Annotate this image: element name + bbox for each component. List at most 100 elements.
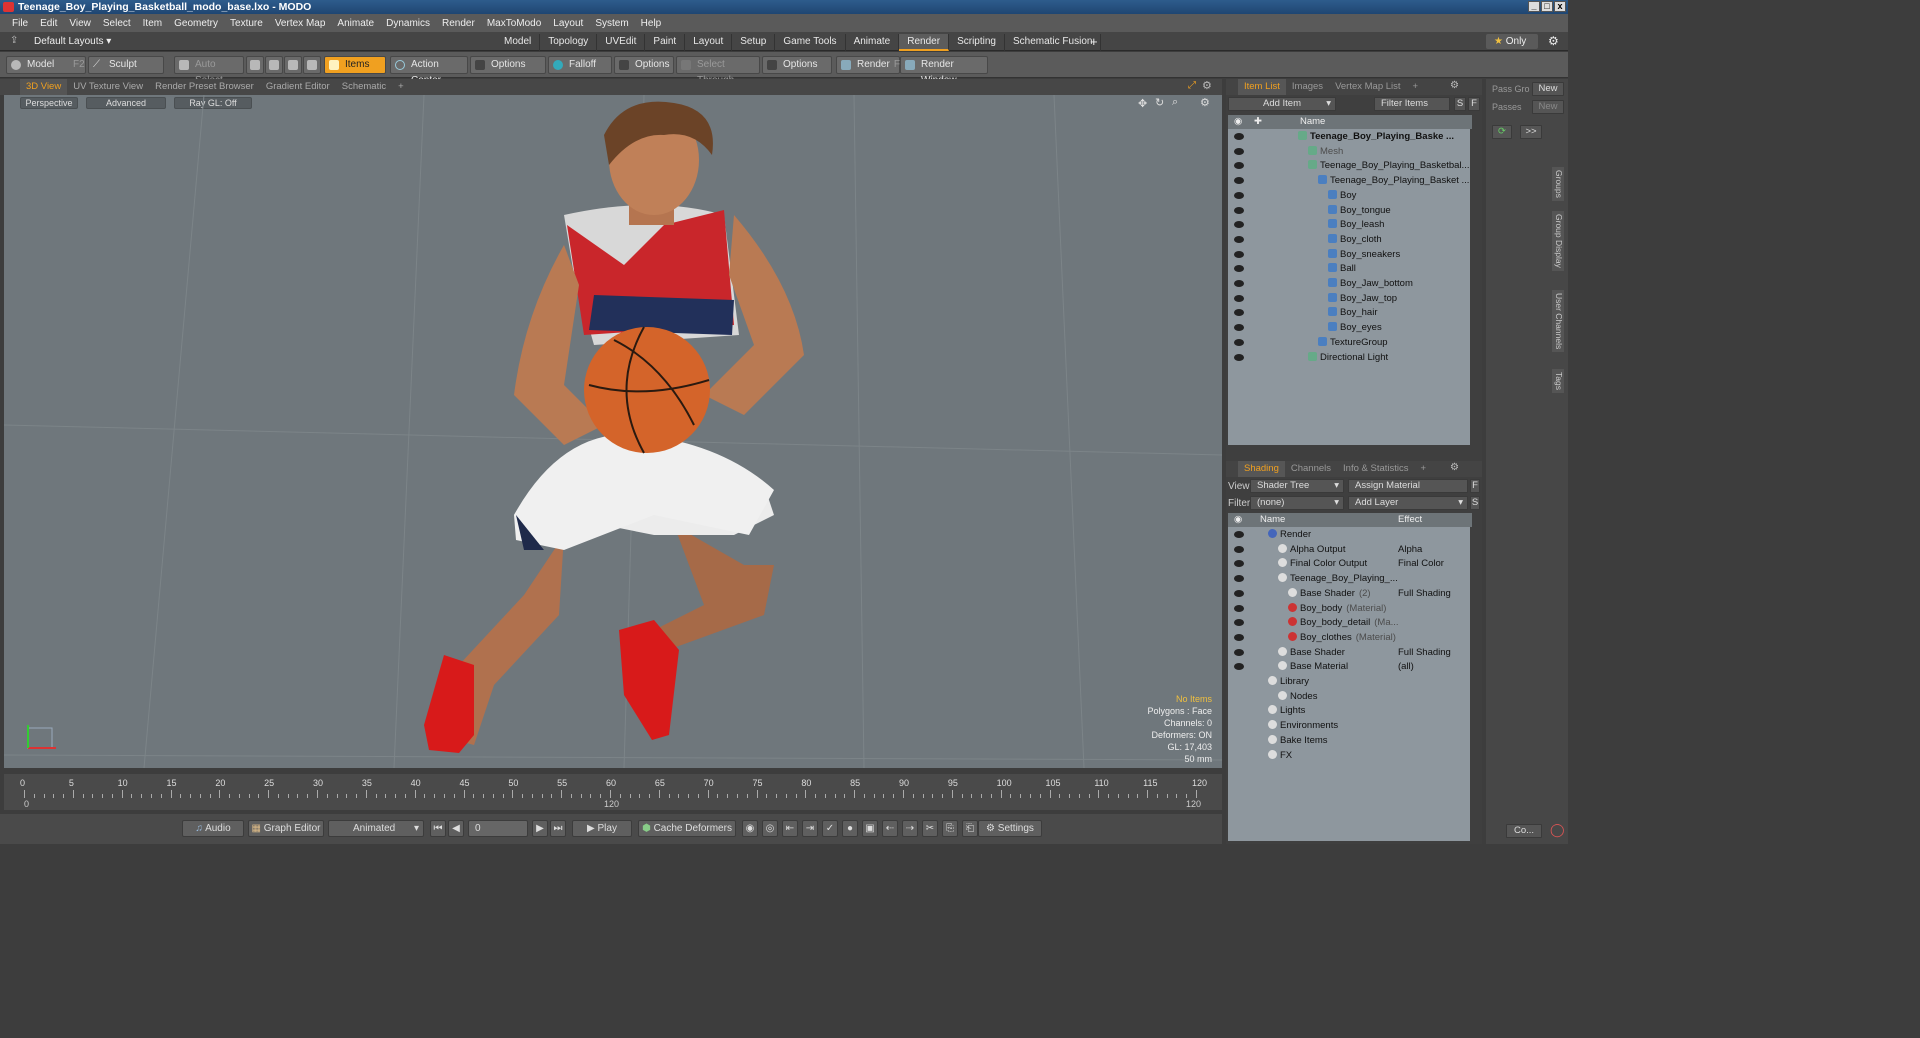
shading-tab-channels[interactable]: Channels	[1285, 461, 1337, 477]
menu-item-texture[interactable]: Texture	[224, 18, 269, 29]
eye-icon[interactable]	[1234, 604, 1244, 612]
table-row[interactable]: Base Shader (2) Full Shading	[1228, 587, 1470, 602]
add-item-list-tab-button[interactable]: +	[1407, 79, 1425, 95]
menu-item-item[interactable]: Item	[137, 18, 168, 29]
list-item[interactable]: Boy_sneakers	[1228, 248, 1470, 263]
eye-icon[interactable]	[1234, 177, 1244, 185]
add-item-dropdown[interactable]: Add Item ▾	[1228, 97, 1336, 111]
viewport-tab-3d-view[interactable]: 3D View	[20, 79, 68, 95]
eye-icon[interactable]	[1234, 589, 1244, 597]
panel-gear-icon[interactable]: ⚙	[1450, 80, 1459, 91]
list-item[interactable]: Teenage_Boy_Playing_Baske ...	[1228, 130, 1470, 145]
item-list-tab-item-list[interactable]: Item List	[1238, 79, 1286, 95]
co-button[interactable]: Co...	[1506, 824, 1542, 838]
viewport-tab-render-preset-browser[interactable]: Render Preset Browser	[149, 79, 260, 95]
falloff-options-button[interactable]: Options	[614, 56, 674, 74]
set-key-button[interactable]: ✓	[822, 820, 838, 837]
list-item[interactable]: Teenage_Boy_Playing_Basketbal...	[1228, 159, 1470, 174]
vertical-tab-tags[interactable]: Tags	[1552, 369, 1564, 393]
next-key-button[interactable]: ⇥	[802, 820, 818, 837]
polygons-mode-button[interactable]	[284, 56, 302, 74]
table-row[interactable]: Render	[1228, 528, 1470, 543]
layout-pin-icon[interactable]: ⇪	[10, 35, 18, 46]
list-item[interactable]: Ball	[1228, 262, 1470, 277]
play-button[interactable]: ▶ Play	[572, 820, 632, 837]
filter-items-field[interactable]: Filter Items	[1374, 97, 1450, 111]
render-window-button[interactable]: Render Window	[900, 56, 988, 86]
table-row[interactable]: Lights	[1228, 704, 1470, 719]
eye-icon[interactable]	[1234, 191, 1244, 199]
eye-icon[interactable]	[1234, 265, 1244, 273]
layout-tab-game-tools[interactable]: Game Tools	[775, 34, 846, 51]
table-row[interactable]: Library	[1228, 675, 1470, 690]
eye-icon[interactable]	[1234, 294, 1244, 302]
list-item[interactable]: Teenage_Boy_Playing_Basket ...	[1228, 174, 1470, 189]
item-list-s-button[interactable]: S	[1454, 97, 1466, 111]
eye-icon[interactable]	[1234, 338, 1244, 346]
vertical-tab-group-display[interactable]: Group Display	[1552, 211, 1564, 271]
layout-tab-setup[interactable]: Setup	[732, 34, 776, 51]
step-back-button[interactable]: ◀	[448, 820, 464, 837]
table-row[interactable]: Final Color Output Final Color	[1228, 557, 1470, 572]
minimize-button[interactable]: _	[1528, 1, 1540, 12]
table-row[interactable]: Boy_body_detail (Ma...	[1228, 616, 1470, 631]
eye-icon[interactable]	[1234, 133, 1244, 140]
layout-tab-layout[interactable]: Layout	[685, 34, 733, 51]
go-to-end-button[interactable]: ⏭	[550, 820, 566, 837]
maximize-viewport-icon[interactable]: ⤢	[1188, 80, 1196, 91]
key-prev-frame-button[interactable]: ⇠	[882, 820, 898, 837]
list-item[interactable]: Mesh	[1228, 145, 1470, 160]
edges-mode-button[interactable]	[265, 56, 283, 74]
eye-icon[interactable]	[1234, 147, 1244, 155]
table-row[interactable]: Alpha Output Alpha	[1228, 543, 1470, 558]
add-layer-dropdown[interactable]: Add Layer ▾	[1348, 496, 1468, 510]
eye-icon[interactable]	[1234, 575, 1244, 583]
key-paste-button[interactable]: ⎗	[962, 820, 978, 837]
layout-tab-uvedit[interactable]: UVEdit	[597, 34, 646, 51]
step-forward-button[interactable]: ▶	[532, 820, 548, 837]
record-key-button[interactable]: ◉	[742, 820, 758, 837]
list-item[interactable]: TextureGroup	[1228, 336, 1470, 351]
shading-tab-info-statistics[interactable]: Info & Statistics	[1337, 461, 1414, 477]
menu-item-animate[interactable]: Animate	[331, 18, 380, 29]
list-item[interactable]: Boy_leash	[1228, 218, 1470, 233]
eye-icon[interactable]	[1234, 250, 1244, 258]
key-filter-button[interactable]: ▣	[862, 820, 878, 837]
auto-select-button[interactable]: Auto Select	[174, 56, 244, 86]
layout-tab-topology[interactable]: Topology	[540, 34, 598, 51]
key-copy-button[interactable]: ⎘	[942, 820, 958, 837]
eye-icon[interactable]	[1234, 206, 1244, 214]
table-row[interactable]: Nodes	[1228, 690, 1470, 705]
vertical-tab-groups[interactable]: Groups	[1552, 167, 1564, 201]
eye-icon[interactable]	[1234, 324, 1244, 332]
list-item[interactable]: Boy_hair	[1228, 306, 1470, 321]
eye-icon[interactable]	[1234, 663, 1244, 671]
menu-item-layout[interactable]: Layout	[547, 18, 589, 29]
menu-item-help[interactable]: Help	[635, 18, 668, 29]
list-item[interactable]: Boy_eyes	[1228, 321, 1470, 336]
layout-tab-scripting[interactable]: Scripting	[949, 34, 1005, 51]
list-item[interactable]: Boy_Jaw_bottom	[1228, 277, 1470, 292]
eye-icon[interactable]	[1234, 545, 1244, 553]
list-item[interactable]: Boy	[1228, 189, 1470, 204]
3d-viewport[interactable]: Perspective Advanced Ray GL: Off ✥ ↻ ⌕ ⚙	[4, 95, 1222, 768]
frame-input[interactable]: 0	[468, 820, 528, 837]
go-to-start-button[interactable]: ⏮	[430, 820, 446, 837]
layout-tab-animate[interactable]: Animate	[846, 34, 900, 51]
table-row[interactable]: Base Shader Full Shading	[1228, 646, 1470, 661]
select-through-button[interactable]: Select Through	[676, 56, 760, 86]
select-options-button[interactable]: Options	[762, 56, 832, 74]
falloff-button[interactable]: Falloff	[548, 56, 612, 74]
graph-editor-button[interactable]: ▦ Graph Editor	[248, 820, 324, 837]
eye-icon[interactable]	[1234, 280, 1244, 287]
menu-item-file[interactable]: File	[6, 18, 34, 29]
menu-item-vertex-map[interactable]: Vertex Map	[269, 18, 332, 29]
items-mode-button[interactable]: Items	[324, 56, 386, 74]
viewport-tab-gradient-editor[interactable]: Gradient Editor	[260, 79, 336, 95]
menu-item-edit[interactable]: Edit	[34, 18, 63, 29]
table-row[interactable]: Bake Items	[1228, 734, 1470, 749]
item-list-tab-images[interactable]: Images	[1286, 79, 1329, 95]
menu-item-geometry[interactable]: Geometry	[168, 18, 224, 29]
key-next-frame-button[interactable]: ⇢	[902, 820, 918, 837]
eye-icon[interactable]	[1234, 531, 1244, 538]
